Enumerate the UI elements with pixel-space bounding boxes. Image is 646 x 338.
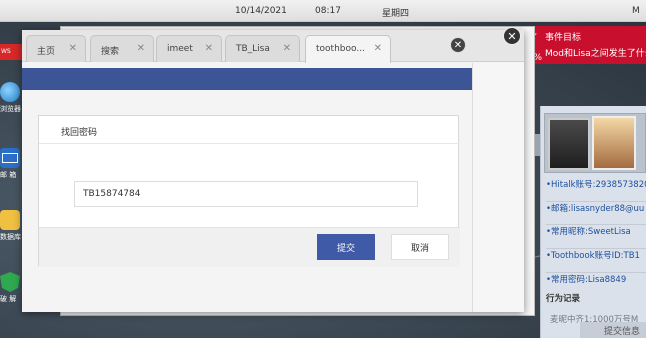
submit-button[interactable]: 提交: [317, 234, 375, 260]
desktop-icon-label: 邮 箱: [0, 171, 17, 179]
profile-item[interactable]: •常用密码:Lisa8849: [546, 272, 646, 285]
event-subtitle: Mod和Lisa之间发生了什么?: [545, 49, 646, 59]
browser-icon: [0, 82, 20, 102]
status-time: 08:17: [315, 6, 341, 16]
database-icon: [0, 210, 20, 230]
news-tab[interactable]: WS: [0, 44, 22, 60]
desktop-icon-label: 数据库: [0, 233, 21, 241]
close-icon[interactable]: ✕: [374, 43, 382, 54]
desktop-icon-mail[interactable]: 邮 箱: [0, 148, 22, 180]
tab-imeet[interactable]: imeet ✕: [156, 35, 222, 62]
status-right-label: M: [632, 6, 640, 16]
close-browser-button[interactable]: ✕: [450, 37, 466, 53]
side-column: [472, 63, 524, 312]
tab-tb-lisa[interactable]: TB_Lisa ✕: [225, 35, 300, 62]
desktop-icon-crack[interactable]: 破 解: [0, 272, 22, 304]
tab-label: imeet: [167, 44, 193, 54]
divider: [39, 143, 460, 144]
desktop-icon-browser[interactable]: 浏览器: [0, 82, 22, 114]
crack-icon: [0, 272, 20, 292]
cancel-button[interactable]: 取消: [391, 234, 449, 260]
tab-label: toothboo...: [316, 44, 365, 54]
mail-icon: [0, 148, 20, 168]
recover-password-dialog: 找回密码 提交 取消: [38, 115, 460, 267]
desktop-icon-database[interactable]: 数据库: [0, 210, 22, 242]
tab-home[interactable]: 主页 ✕: [26, 35, 86, 62]
tab-label: TB_Lisa: [236, 44, 270, 54]
submit-info-button[interactable]: 提交信息: [580, 322, 646, 338]
profile-item[interactable]: •Toothbook账号ID:TB1: [546, 248, 646, 261]
close-icon[interactable]: ✕: [69, 43, 77, 54]
event-title: 事件目标: [545, 33, 582, 43]
profile-item[interactable]: •邮箱:lisasnyder88@uu: [546, 201, 646, 214]
close-icon[interactable]: ✕: [283, 43, 291, 54]
tab-search[interactable]: 搜索 ✕: [90, 35, 154, 62]
desktop-icon-label: 浏览器: [0, 105, 21, 113]
close-window-button[interactable]: ✕: [503, 27, 521, 45]
account-id-input[interactable]: [74, 181, 418, 207]
tab-toothbook[interactable]: toothboo... ✕: [305, 35, 391, 63]
profile-item[interactable]: •常用昵称:SweetLisa: [546, 224, 646, 237]
desktop-icon-label: 破 解: [0, 295, 17, 303]
status-weekday: 星期四: [382, 9, 410, 19]
close-icon[interactable]: ✕: [205, 43, 213, 54]
avatar-mod: [548, 118, 590, 170]
behavior-log-title: 行为记录: [546, 294, 581, 304]
close-icon[interactable]: ✕: [137, 43, 145, 54]
dialog-title: 找回密码: [61, 128, 98, 138]
site-header-bar: [22, 68, 472, 90]
system-status-bar: 10/14/2021 08:17 星期四 M: [0, 0, 646, 22]
tab-label: 主页: [37, 47, 56, 57]
profile-item[interactable]: •Hitalk账号:2938573820: [546, 178, 646, 190]
avatar-lisa: [592, 116, 636, 170]
status-date: 10/14/2021: [235, 6, 287, 16]
tab-bar: 主页 ✕ 搜索 ✕ imeet ✕ TB_Lisa ✕ toothboo... …: [22, 30, 524, 63]
news-label: WS: [1, 48, 11, 55]
tab-label: 搜索: [101, 47, 120, 57]
